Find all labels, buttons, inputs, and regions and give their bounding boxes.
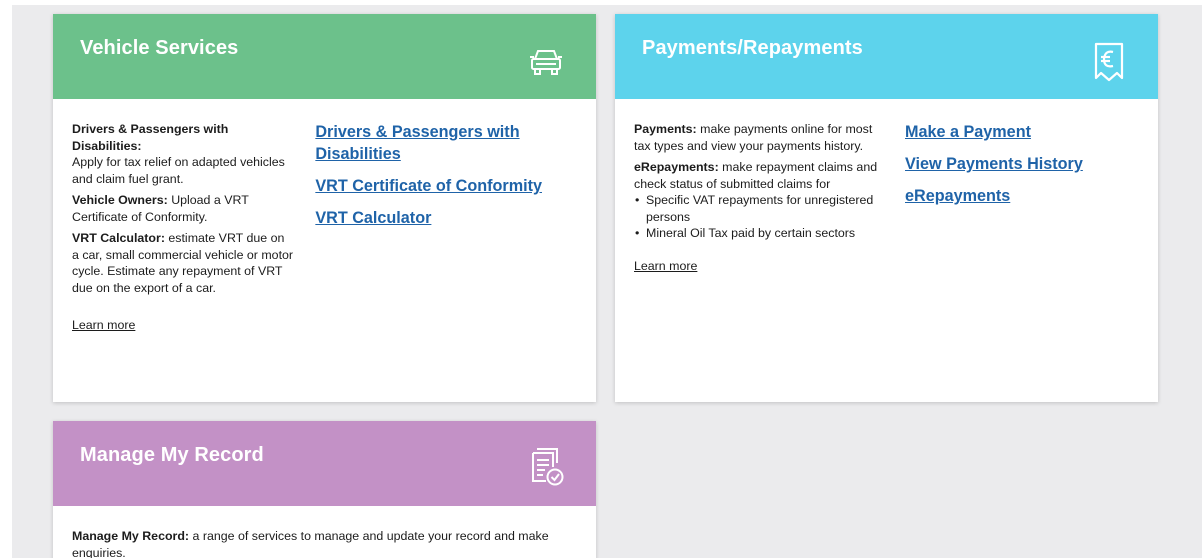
list-item: Mineral Oil Tax paid by certain sectors: [634, 225, 884, 242]
payments-body: Payments: make payments online for most …: [615, 99, 1158, 274]
list-item: Specific VAT repayments for unregistered…: [634, 192, 884, 225]
vehicle-services-card: Vehicle Services Drivers & Passengers wi…: [53, 14, 596, 402]
link-make-a-payment[interactable]: Make a Payment: [905, 121, 1083, 143]
description-item: Drivers & Passengers with Disabilities: A…: [72, 121, 294, 187]
description-item: Payments: make payments online for most …: [634, 121, 884, 154]
description-text: Apply for tax relief on adapted vehicles…: [72, 155, 285, 186]
manage-record-header[interactable]: Manage My Record: [53, 421, 596, 506]
description-label: Drivers & Passengers with Disabilities:: [72, 122, 229, 153]
payments-links: Make a Payment View Payments History eRe…: [884, 121, 1083, 274]
description-item: eRepayments: make repayment claims and c…: [634, 159, 884, 192]
car-icon: [526, 42, 566, 82]
manage-record-title[interactable]: Manage My Record: [80, 444, 264, 467]
vehicle-services-description: Drivers & Passengers with Disabilities: A…: [72, 121, 294, 334]
euro-receipt-icon: [1092, 40, 1132, 82]
description-label: VRT Calculator:: [72, 231, 165, 245]
description-label: eRepayments:: [634, 160, 719, 174]
vehicle-services-header[interactable]: Vehicle Services: [53, 14, 596, 99]
description-item: Manage My Record: a range of services to…: [72, 528, 572, 558]
payments-description: Payments: make payments online for most …: [634, 121, 884, 274]
link-erepayments[interactable]: eRepayments: [905, 185, 1083, 207]
erepayments-bullet-list: Specific VAT repayments for unregistered…: [634, 192, 884, 242]
link-vrt-calculator[interactable]: VRT Calculator: [315, 207, 577, 229]
manage-record-card: Manage My Record Manage My Record: a ran…: [53, 421, 596, 558]
description-label: Payments:: [634, 122, 697, 136]
description-item: VRT Calculator: estimate VRT due on a ca…: [72, 230, 294, 296]
payments-title[interactable]: Payments/Repayments: [642, 37, 863, 60]
link-view-payments-history[interactable]: View Payments History: [905, 153, 1083, 175]
vehicle-services-links: Drivers & Passengers with Disabilities V…: [294, 121, 577, 334]
link-drivers-passengers-disabilities[interactable]: Drivers & Passengers with Disabilities: [315, 121, 577, 165]
link-vrt-certificate-conformity[interactable]: VRT Certificate of Conformity: [315, 175, 577, 197]
manage-record-body: Manage My Record: a range of services to…: [53, 506, 596, 558]
payments-header[interactable]: Payments/Repayments: [615, 14, 1158, 99]
document-check-icon: [528, 447, 568, 487]
description-item: Vehicle Owners: Upload a VRT Certificate…: [72, 192, 294, 225]
description-label: Vehicle Owners:: [72, 193, 168, 207]
description-label: Manage My Record:: [72, 529, 190, 543]
vehicle-services-title[interactable]: Vehicle Services: [80, 37, 238, 60]
vehicle-services-body: Drivers & Passengers with Disabilities: A…: [53, 99, 596, 334]
manage-record-description: Manage My Record: a range of services to…: [72, 528, 572, 558]
payments-learn-more-link[interactable]: Learn more: [634, 258, 697, 275]
vehicle-learn-more-link[interactable]: Learn more: [72, 317, 135, 334]
payments-card: Payments/Repayments Payments: make payme…: [615, 14, 1158, 402]
